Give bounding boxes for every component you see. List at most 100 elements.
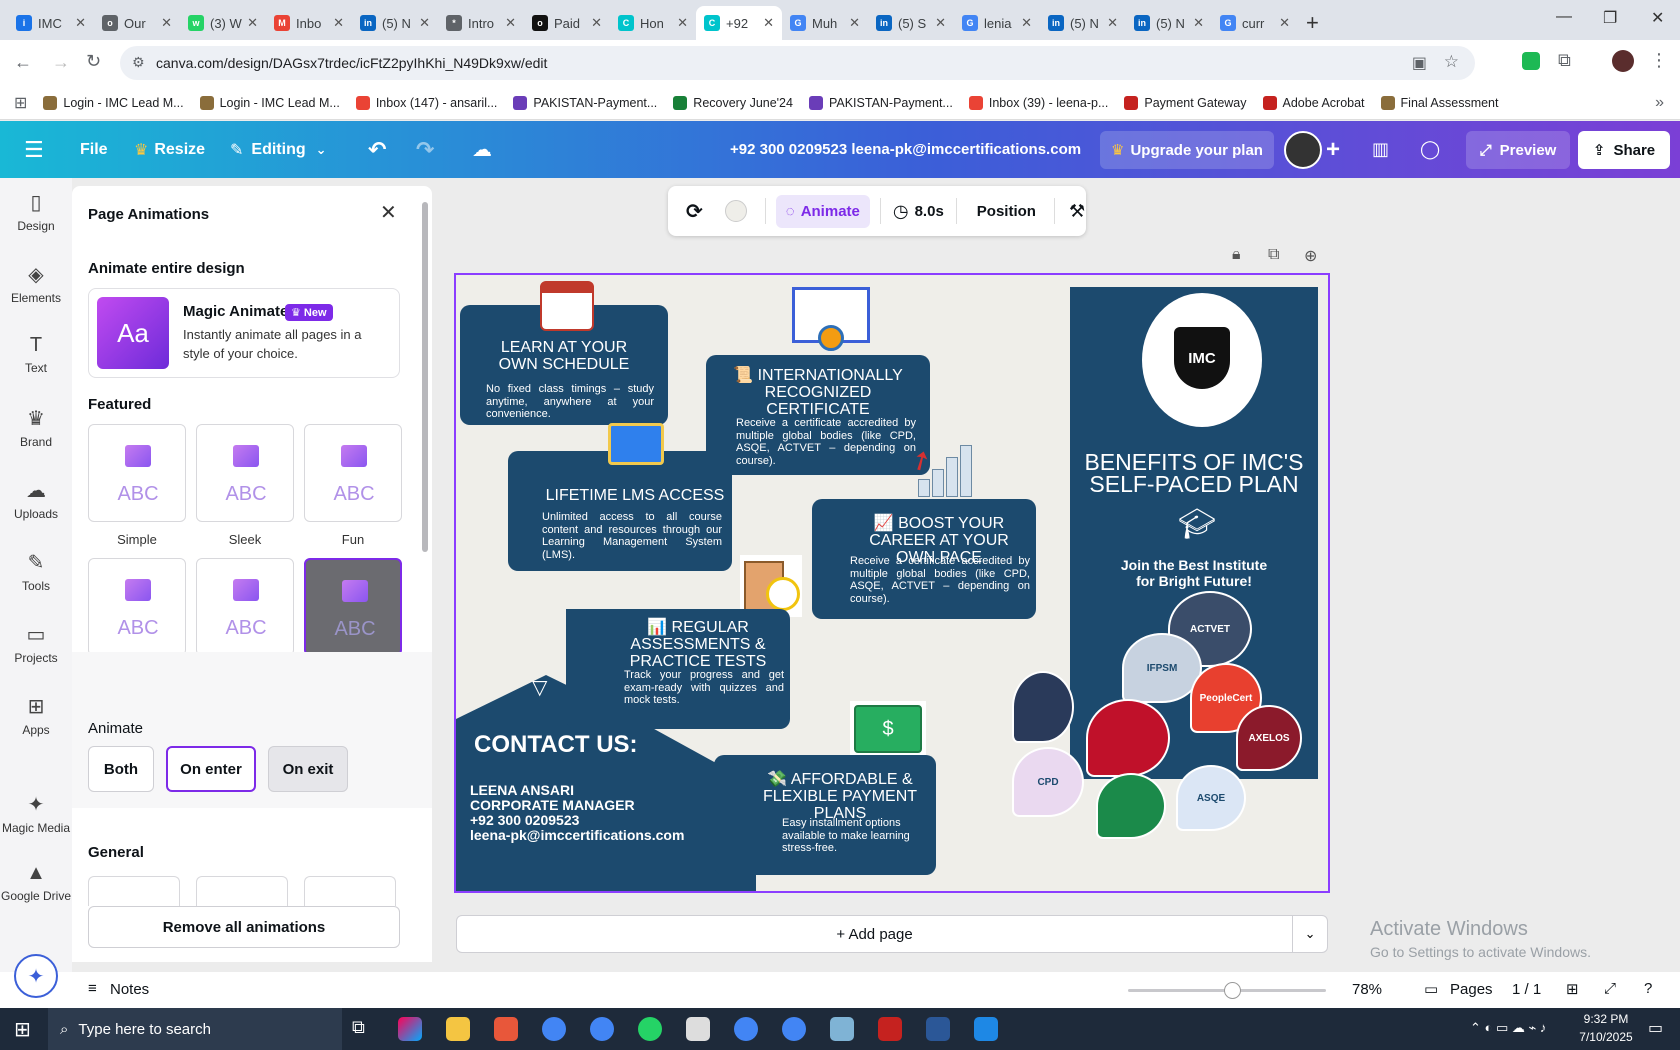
- chrome-icon[interactable]: [734, 1017, 758, 1041]
- panel-scrollbar[interactable]: [422, 190, 428, 948]
- browser-tab[interactable]: Glenia ✕: [954, 6, 1040, 40]
- tab-close-icon[interactable]: ✕: [677, 15, 688, 31]
- remove-all-animations-button[interactable]: Remove all animations: [88, 906, 400, 948]
- zoom-level[interactable]: 78%: [1352, 981, 1382, 998]
- chrome-icon[interactable]: [782, 1017, 806, 1041]
- animation-style-chill[interactable]: ABC: [304, 558, 402, 656]
- acrobat-icon[interactable]: [878, 1017, 902, 1041]
- copilot-icon[interactable]: [398, 1017, 422, 1041]
- feature-card-certificate[interactable]: 📜 INTERNATIONALLY RECOGNIZED CERTIFICATE…: [706, 355, 930, 475]
- file-explorer-icon[interactable]: [446, 1017, 470, 1041]
- comment-add-icon[interactable]: ⟳: [686, 199, 703, 224]
- rail-item-brand[interactable]: ♛ Brand: [0, 406, 72, 449]
- help-icon[interactable]: ?: [1644, 980, 1652, 997]
- fullscreen-icon[interactable]: ⤢: [1604, 980, 1616, 997]
- notes-button[interactable]: Notes: [110, 981, 149, 998]
- panel-scrollbar-thumb[interactable]: [422, 202, 428, 552]
- zoom-slider[interactable]: [1128, 982, 1326, 999]
- bookmark-item[interactable]: Payment Gateway: [1124, 95, 1247, 110]
- grid-view-icon[interactable]: ⊞: [1566, 980, 1579, 998]
- add-collaborator-icon[interactable]: +: [1326, 121, 1340, 178]
- background-color-swatch[interactable]: [724, 200, 747, 222]
- rail-item-magic-media[interactable]: ✦ Magic Media: [0, 792, 72, 835]
- document-title[interactable]: +92 300 0209523 leena-pk@imccertificatio…: [730, 121, 1081, 178]
- rail-item-elements[interactable]: ◈ Elements: [0, 262, 72, 305]
- rail-item-google-drive[interactable]: ▲ Google Drive: [0, 862, 72, 903]
- tab-close-icon[interactable]: ✕: [333, 15, 344, 31]
- feature-card-payment[interactable]: 💸 AFFORDABLE & FLEXIBLE PAYMENT PLANS Ea…: [714, 755, 936, 875]
- browser-tab[interactable]: o Our ✕: [94, 6, 180, 40]
- tab-close-icon[interactable]: ✕: [419, 15, 430, 31]
- menu-hamburger-icon[interactable]: ☰: [24, 121, 44, 178]
- browser-tab[interactable]: in (5) N ✕: [352, 6, 438, 40]
- app-icon[interactable]: [494, 1017, 518, 1041]
- general-card[interactable]: [196, 876, 288, 906]
- general-card[interactable]: [88, 876, 180, 906]
- app-icon[interactable]: [830, 1017, 854, 1041]
- undo-icon[interactable]: ↶: [368, 121, 386, 178]
- bookmark-item[interactable]: Login - IMC Lead M...: [43, 95, 184, 110]
- resize-button[interactable]: ♛ Resize: [134, 121, 205, 178]
- add-page-chevron-icon[interactable]: ⌄: [1293, 926, 1327, 942]
- browser-tab[interactable]: Gcurr ✕: [1212, 6, 1298, 40]
- extension-icon[interactable]: [1522, 52, 1540, 70]
- taskbar-search[interactable]: ⌕ Type here to search: [48, 1008, 342, 1050]
- zoom-slider-thumb[interactable]: [1224, 982, 1241, 999]
- redo-icon[interactable]: ↷: [416, 121, 434, 178]
- duplicate-page-icon[interactable]: ⧉: [1268, 246, 1279, 264]
- apps-grid-icon[interactable]: ⊞: [14, 93, 27, 113]
- bookmark-item[interactable]: Login - IMC Lead M...: [199, 95, 340, 110]
- tab-close-icon[interactable]: ✕: [505, 15, 516, 31]
- browser-tab[interactable]: i IMC ✕: [8, 6, 94, 40]
- general-card[interactable]: [304, 876, 396, 906]
- animation-style-simple[interactable]: ABC: [88, 424, 186, 522]
- tab-close-icon[interactable]: ✕: [1021, 15, 1032, 31]
- chrome-icon[interactable]: [590, 1017, 614, 1041]
- add-page-button[interactable]: + Add page: [457, 926, 1292, 943]
- position-button[interactable]: Position: [977, 203, 1036, 220]
- rail-item-tools[interactable]: ✎ Tools: [0, 550, 72, 593]
- browser-tab[interactable]: M Inbo ✕: [266, 6, 352, 40]
- whatsapp-icon[interactable]: [638, 1017, 662, 1041]
- user-avatar[interactable]: [1284, 131, 1322, 169]
- browser-tab[interactable]: C Hon ✕: [610, 6, 696, 40]
- insights-icon[interactable]: ▥: [1372, 121, 1389, 178]
- word-icon[interactable]: [926, 1017, 950, 1041]
- install-icon[interactable]: ▣: [1412, 53, 1427, 73]
- lock-page-icon[interactable]: 🔒︎: [1232, 246, 1241, 264]
- animation-style-fun[interactable]: ABC: [304, 424, 402, 522]
- browser-tab[interactable]: in (5) N ✕: [1126, 6, 1212, 40]
- feature-card-lms[interactable]: LIFETIME LMS ACCESS Unlimited access to …: [508, 451, 732, 571]
- profile-avatar[interactable]: [1612, 50, 1634, 72]
- notifications-icon[interactable]: ▭: [1648, 1018, 1663, 1038]
- upgrade-plan-button[interactable]: ♛ Upgrade your plan: [1100, 131, 1274, 169]
- close-window-icon[interactable]: ✕: [1651, 8, 1664, 28]
- chrome-icon[interactable]: [542, 1017, 566, 1041]
- chrome-menu-icon[interactable]: ⋮: [1650, 50, 1668, 71]
- design-page[interactable]: LEARN AT YOUR OWN SCHEDULE No fixed clas…: [454, 273, 1330, 893]
- browser-tab[interactable]: G Muh ✕: [782, 6, 868, 40]
- close-panel-icon[interactable]: ✕: [380, 200, 397, 225]
- animate-option-both[interactable]: Both: [88, 746, 154, 792]
- rail-item-design[interactable]: ▯ Design: [0, 190, 72, 233]
- tab-close-icon[interactable]: ✕: [849, 15, 860, 31]
- windows-start-icon[interactable]: ⊞: [14, 1017, 31, 1042]
- duration-button[interactable]: ◷ 8.0s: [893, 201, 944, 222]
- bookmarks-overflow-icon[interactable]: »: [1655, 94, 1664, 112]
- reload-icon[interactable]: ↻: [86, 51, 101, 72]
- paint-format-icon[interactable]: ⚒: [1069, 201, 1085, 222]
- tab-close-icon[interactable]: ✕: [247, 15, 258, 31]
- browser-tab[interactable]: * Intro ✕: [438, 6, 524, 40]
- canva-assistant-icon[interactable]: ✦: [14, 954, 58, 998]
- rail-item-text[interactable]: T Text: [0, 334, 72, 375]
- tab-close-icon[interactable]: ✕: [1279, 15, 1290, 31]
- notes-icon[interactable]: ≡: [88, 980, 97, 997]
- browser-tab[interactable]: o Paid ✕: [524, 6, 610, 40]
- add-page-icon[interactable]: ⊕: [1304, 246, 1317, 266]
- browser-tab[interactable]: w (3) W ✕: [180, 6, 266, 40]
- tab-close-icon[interactable]: ✕: [161, 15, 172, 31]
- animate-option-on-exit[interactable]: On exit: [268, 746, 348, 792]
- animation-style-party[interactable]: ABC: [88, 558, 186, 656]
- animate-option-on-enter[interactable]: On enter: [166, 746, 256, 792]
- tab-close-icon[interactable]: ✕: [591, 15, 602, 31]
